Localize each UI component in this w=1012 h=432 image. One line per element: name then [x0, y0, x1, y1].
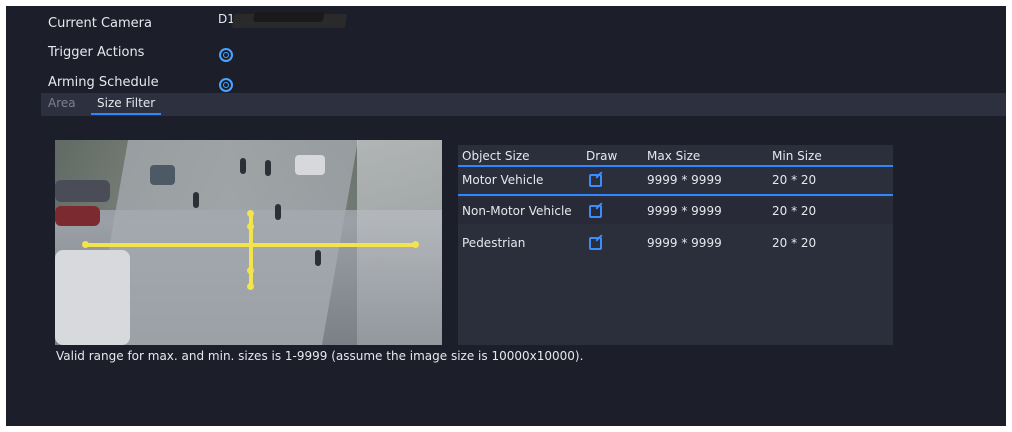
header-object-size: Object Size — [462, 149, 530, 163]
preview-car — [295, 155, 325, 175]
table-header: Object Size Draw Max Size Min Size — [458, 145, 893, 167]
table-row: Motor Vehicle 9999 * 9999 20 * 20 — [458, 167, 893, 193]
max-size-value: 9999 * 9999 — [647, 173, 722, 187]
handle-bottom[interactable] — [247, 283, 254, 290]
preview-person — [193, 192, 199, 208]
min-size-value: 20 * 20 — [772, 236, 817, 250]
current-camera-label: Current Camera — [48, 16, 152, 31]
draw-edit-icon[interactable] — [589, 174, 602, 187]
preview-person — [240, 158, 246, 174]
object-name: Pedestrian — [462, 236, 526, 250]
handle-mid-upper[interactable] — [247, 223, 254, 230]
header-max-size: Max Size — [647, 149, 701, 163]
min-size-value: 20 * 20 — [772, 204, 817, 218]
object-name: Motor Vehicle — [462, 173, 544, 187]
header-min-size: Min Size — [772, 149, 822, 163]
header-draw: Draw — [586, 149, 618, 163]
object-name: Non-Motor Vehicle — [462, 204, 572, 218]
trigger-actions-gear-icon[interactable] — [219, 48, 233, 62]
preview-person — [315, 250, 321, 266]
camera-preview[interactable] — [55, 140, 442, 345]
handle-mid-lower[interactable] — [247, 267, 254, 274]
handle-top[interactable] — [247, 210, 254, 217]
draw-edit-icon[interactable] — [589, 205, 602, 218]
tab-bar: Area Size Filter — [41, 93, 1006, 116]
preview-car — [55, 180, 110, 202]
max-size-value: 9999 * 9999 — [647, 204, 722, 218]
arming-schedule-gear-icon[interactable] — [219, 78, 233, 92]
tab-size-filter[interactable]: Size Filter — [91, 96, 162, 115]
preview-car — [55, 206, 100, 226]
handle-left[interactable] — [82, 241, 89, 248]
preview-person — [275, 204, 281, 220]
min-size-value: 20 * 20 — [772, 173, 817, 187]
preview-car — [55, 250, 130, 345]
preview-person — [265, 160, 271, 176]
handle-right[interactable] — [412, 241, 419, 248]
table-row: Pedestrian 9999 * 9999 20 * 20 — [458, 230, 893, 256]
arming-schedule-label: Arming Schedule — [48, 75, 159, 90]
max-size-value: 9999 * 9999 — [647, 236, 722, 250]
redaction-mark — [231, 14, 348, 28]
size-range-note: Valid range for max. and min. sizes is 1… — [56, 349, 584, 363]
preview-car — [150, 165, 175, 185]
tab-area[interactable]: Area — [48, 96, 76, 110]
table-row: Non-Motor Vehicle 9999 * 9999 20 * 20 — [458, 198, 893, 224]
trigger-actions-label: Trigger Actions — [48, 45, 145, 60]
draw-edit-icon[interactable] — [589, 237, 602, 250]
selected-row-divider — [458, 194, 893, 196]
object-size-table: Object Size Draw Max Size Min Size Motor… — [458, 145, 893, 345]
